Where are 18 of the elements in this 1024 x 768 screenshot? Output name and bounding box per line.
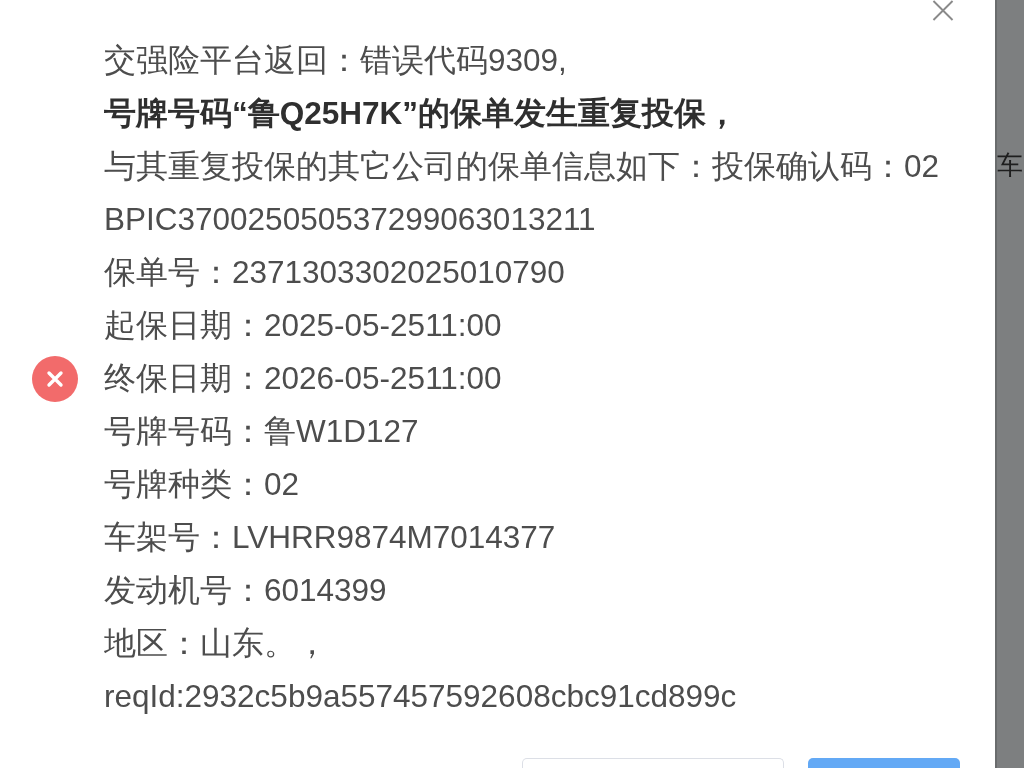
- dialog-button[interactable]: [808, 758, 960, 768]
- close-icon[interactable]: [931, 0, 955, 21]
- message-line: 号牌号码“鲁Q25H7K”的保单发生重复投保，: [104, 94, 739, 133]
- message-line: 起保日期：2025-05-2511:00: [104, 306, 502, 345]
- message-line: 与其重复投保的其它公司的保单信息如下：投保确认码：02: [104, 147, 940, 186]
- backdrop-text: 车: [997, 150, 1023, 180]
- error-icon: [32, 355, 78, 402]
- message-line: 车架号：LVHRR9874M7014377: [104, 518, 556, 557]
- dialog-button[interactable]: [522, 758, 784, 768]
- message-line: reqId:2932c5b9a557457592608cbc91cd899c: [104, 677, 737, 716]
- message-line: 终保日期：2026-05-2511:00: [104, 359, 502, 398]
- message-line: 发动机号：6014399: [104, 571, 387, 610]
- message-line: 保单号：2371303302025010790: [104, 253, 565, 292]
- message-line: 地区：山东。，: [104, 624, 328, 663]
- message-line: 交强险平台返回：错误代码9309,: [104, 41, 567, 80]
- message-line: 号牌号码：鲁W1D127: [104, 412, 419, 451]
- message-line: BPIC370025050537299063013211: [104, 200, 596, 239]
- message-line: 号牌种类：02: [104, 465, 300, 504]
